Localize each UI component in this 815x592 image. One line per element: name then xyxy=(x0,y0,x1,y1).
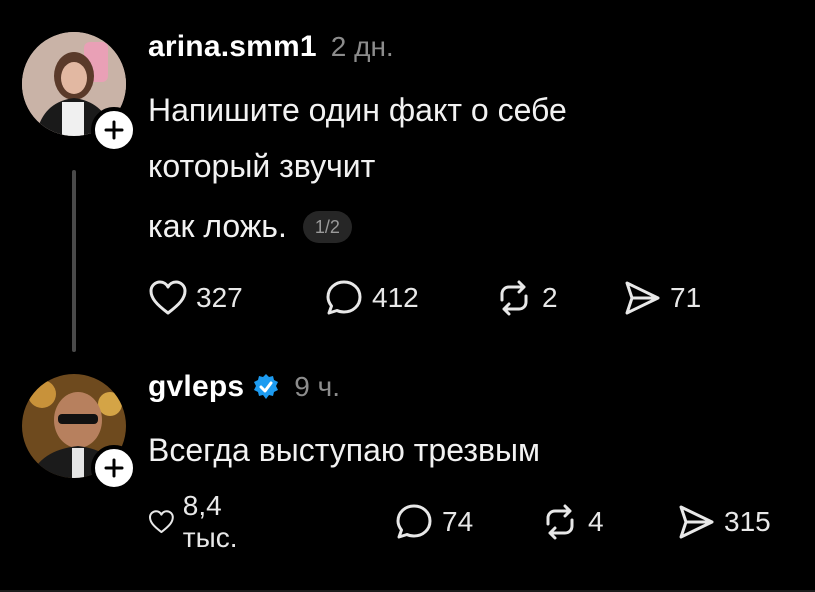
like-button[interactable]: 327 xyxy=(148,278,243,318)
share-icon xyxy=(625,281,660,315)
username[interactable]: gvleps xyxy=(148,370,244,404)
comment-icon xyxy=(396,504,432,539)
plus-icon xyxy=(104,120,124,140)
follow-button[interactable] xyxy=(91,107,137,153)
share-button[interactable]: 71 xyxy=(622,278,701,318)
share-count: 315 xyxy=(724,506,771,537)
share-icon xyxy=(679,505,714,539)
repost-count: 4 xyxy=(588,506,604,537)
post-text-line: Напишите один факт о себе xyxy=(148,92,567,128)
timestamp: 2 дн. xyxy=(330,31,394,62)
post-text-line: как ложь. xyxy=(148,208,287,244)
like-count: 8,4 тыс. xyxy=(182,490,238,553)
thread-post-2: gvleps 9 ч. Всегда выступаю трезвым 8,4 … xyxy=(0,362,815,592)
timestamp: 9 ч. xyxy=(294,371,340,402)
reply-button[interactable]: 74 xyxy=(394,502,473,542)
post-text-line-row: как ложь. 1/2 xyxy=(148,208,352,245)
post-header: arina.smm1 2 дн. xyxy=(148,30,394,64)
username[interactable]: arina.smm1 xyxy=(148,30,317,64)
repost-icon xyxy=(546,504,574,540)
comment-icon xyxy=(326,280,362,315)
repost-button[interactable]: 2 xyxy=(494,278,558,318)
reply-count: 412 xyxy=(372,282,419,313)
post-text-line: Всегда выступаю трезвым xyxy=(148,432,540,468)
verified-icon xyxy=(254,374,279,399)
follow-button[interactable] xyxy=(91,445,137,491)
repost-count: 2 xyxy=(542,282,558,313)
reply-button[interactable]: 412 xyxy=(324,278,419,318)
share-count: 71 xyxy=(670,282,702,313)
repost-button[interactable]: 4 xyxy=(540,502,604,542)
thread-post-1: arina.smm1 2 дн. Напишите один факт о се… xyxy=(0,0,815,362)
heart-icon xyxy=(149,510,174,534)
page-indicator: 1/2 xyxy=(302,210,352,243)
heart-icon xyxy=(149,280,187,315)
share-button[interactable]: 315 xyxy=(676,502,771,542)
reply-count: 74 xyxy=(442,506,474,537)
post-text-line: который звучит xyxy=(148,148,376,184)
repost-icon xyxy=(500,280,528,316)
like-button[interactable]: 8,4 тыс. xyxy=(148,490,251,553)
like-count: 327 xyxy=(196,282,243,313)
thread-line xyxy=(72,170,76,352)
post-header: gvleps 9 ч. xyxy=(148,370,340,404)
plus-icon xyxy=(104,458,124,478)
